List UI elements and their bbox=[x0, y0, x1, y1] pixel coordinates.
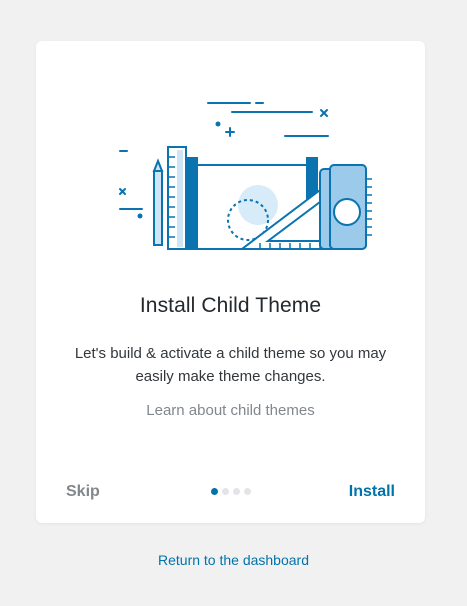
step-dot-2[interactable] bbox=[222, 488, 229, 495]
card-title: Install Child Theme bbox=[139, 294, 322, 317]
step-dot-4[interactable] bbox=[244, 488, 251, 495]
install-button[interactable]: Install bbox=[349, 483, 395, 501]
skip-button[interactable]: Skip bbox=[66, 483, 100, 501]
return-dashboard-link[interactable]: Return to the dashboard bbox=[0, 552, 467, 568]
card-description: Let's build & activate a child theme so … bbox=[74, 345, 387, 385]
step-dot-3[interactable] bbox=[233, 488, 240, 495]
step-indicator bbox=[211, 488, 251, 495]
wizard-card: Install Child Theme Let's build & activa… bbox=[36, 41, 425, 523]
wizard-footer: Skip Install bbox=[36, 481, 425, 505]
learn-child-themes-link[interactable]: Learn about child themes bbox=[36, 402, 425, 419]
child-theme-illustration bbox=[119, 102, 372, 250]
step-dot-1[interactable] bbox=[211, 488, 218, 495]
